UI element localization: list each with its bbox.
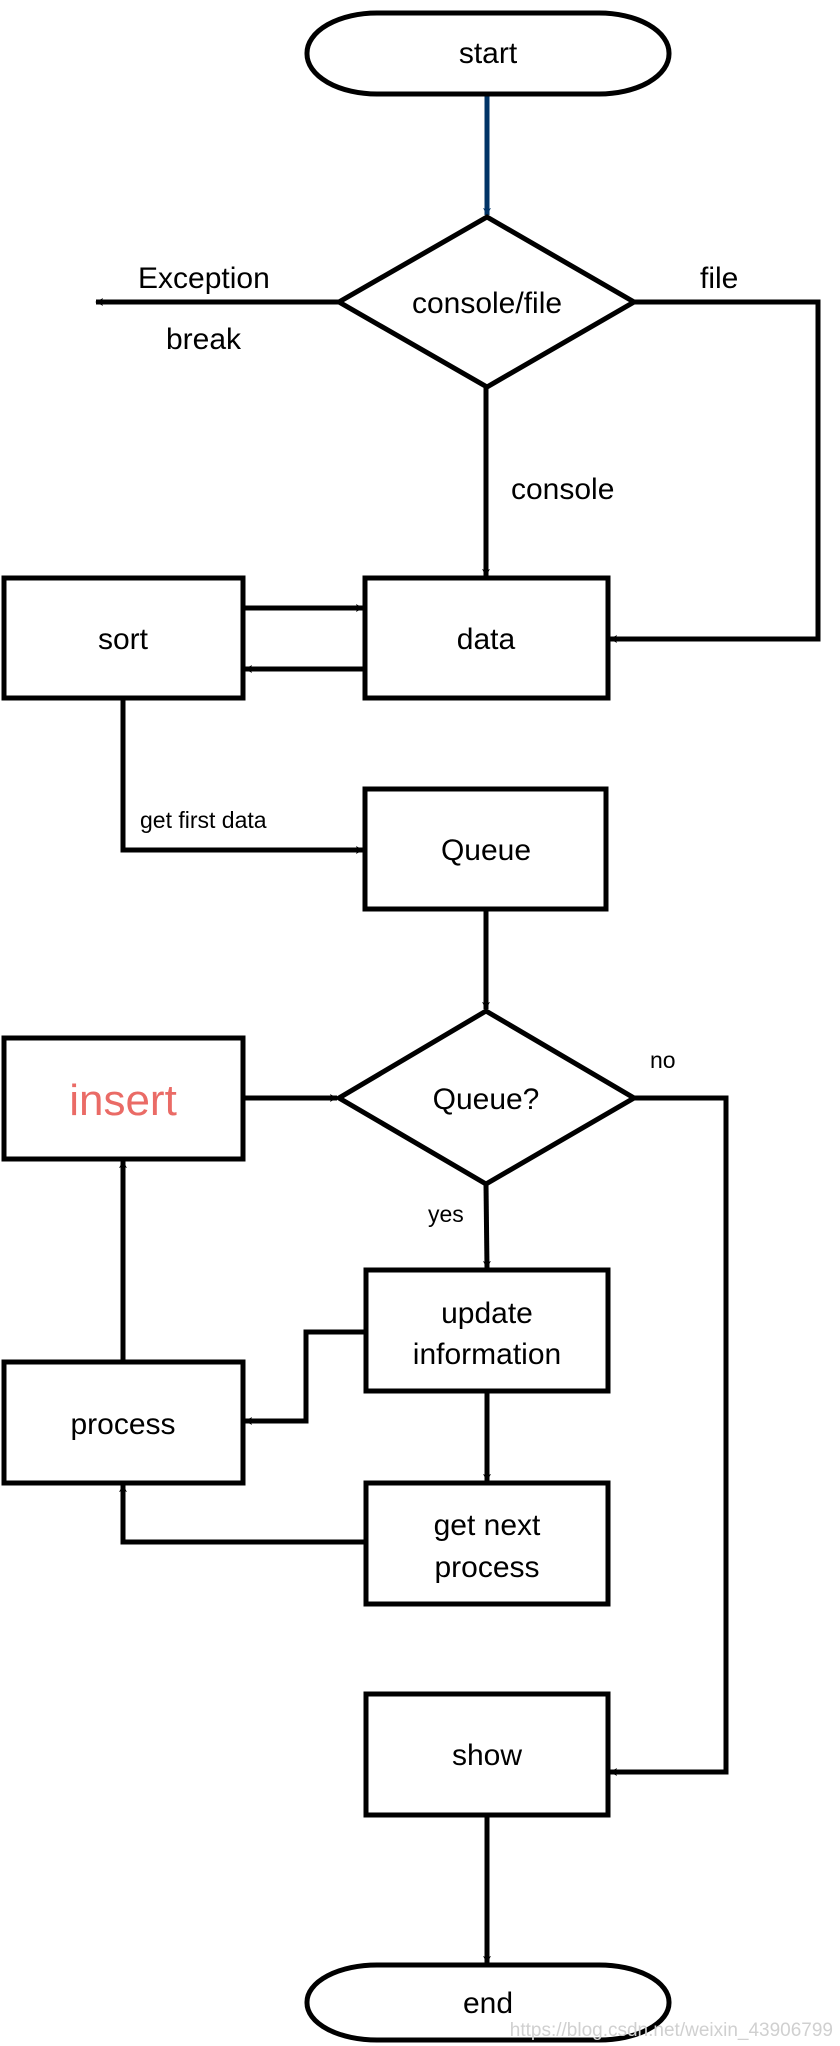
- node-get-next-process: get next process: [363, 1480, 611, 1607]
- start-label: start: [459, 37, 518, 70]
- node-data: data: [362, 575, 611, 701]
- node-decision-queue: Queue?: [334, 1008, 639, 1187]
- node-queue: Queue: [362, 786, 609, 912]
- edge-no-to-show: [609, 1095, 729, 1776]
- sort-label: sort: [98, 623, 149, 656]
- decision-queue-label: Queue?: [433, 1083, 540, 1116]
- node-show: show: [363, 1691, 611, 1818]
- decision-input-label: console/file: [412, 287, 562, 320]
- label-exception: Exception: [138, 262, 270, 295]
- label-no: no: [650, 1047, 676, 1073]
- edge-update-to-process: [244, 1329, 366, 1425]
- node-start: start: [304, 10, 672, 97]
- label-break: break: [166, 323, 242, 356]
- flowchart: marker path{} start console/file sort da…: [1, 10, 833, 2043]
- edge-yes-to-update: [482, 1183, 491, 1269]
- get-next-label-line1: get next: [434, 1509, 541, 1542]
- node-sort: sort: [1, 575, 246, 701]
- queue-label: Queue: [441, 834, 531, 867]
- data-label: data: [457, 623, 516, 656]
- get-next-label-line2: process: [434, 1551, 539, 1584]
- label-yes: yes: [428, 1201, 464, 1227]
- end-label: end: [463, 1987, 513, 2020]
- node-update-information: update information: [363, 1267, 611, 1394]
- watermark: https://blog.csdn.net/weixin_43906799: [510, 2020, 833, 2041]
- show-label: show: [452, 1739, 522, 1772]
- label-file: file: [700, 262, 738, 295]
- label-console: console: [511, 473, 614, 506]
- edge-getnext-to-process: [119, 1484, 366, 1545]
- node-insert: insert: [1, 1035, 246, 1162]
- update-label-line2: information: [413, 1338, 561, 1371]
- update-label-line1: update: [441, 1297, 533, 1330]
- edge-file-to-data: [609, 299, 821, 643]
- node-process: process: [1, 1359, 246, 1486]
- process-label: process: [70, 1408, 175, 1441]
- insert-label: insert: [69, 1076, 177, 1125]
- node-decision-input: console/file: [333, 214, 639, 390]
- label-get-first-data: get first data: [140, 807, 267, 833]
